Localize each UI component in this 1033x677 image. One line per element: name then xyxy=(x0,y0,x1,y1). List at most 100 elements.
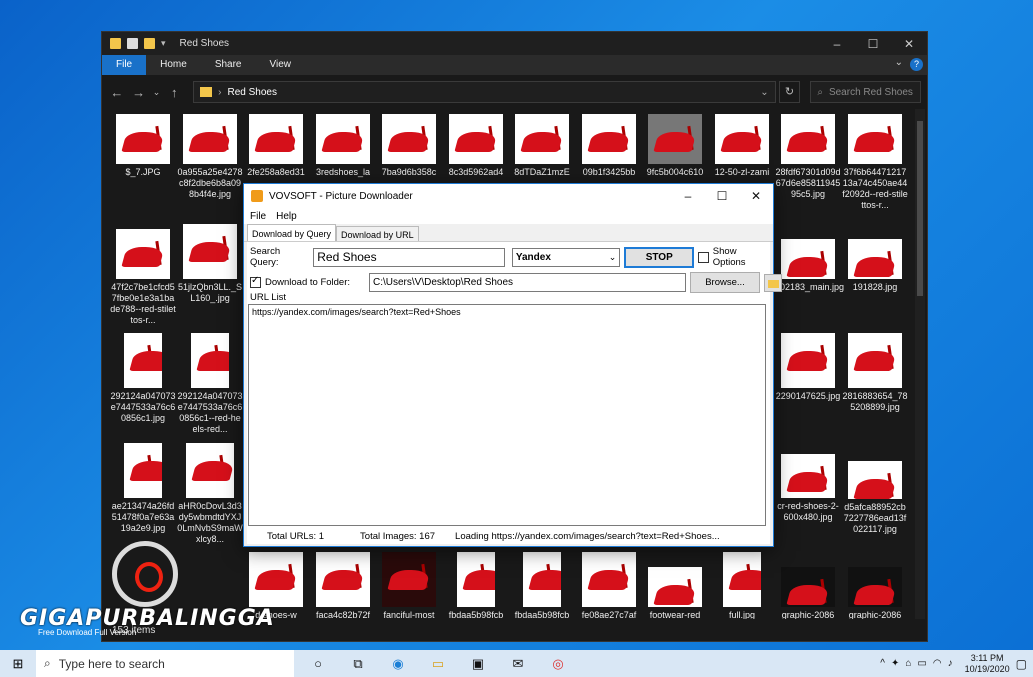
file-item[interactable]: 12-50-zl-zami xyxy=(709,114,775,178)
maximize-icon[interactable]: ☐ xyxy=(855,32,891,55)
address-bar[interactable]: › Red Shoes ⌄ xyxy=(193,81,776,103)
file-item[interactable]: 47f2c7be1cfcd57fbe0e1e3a1bade788--red-st… xyxy=(110,229,176,326)
search-engine-select[interactable]: Yandex ⌄ xyxy=(511,247,621,267)
file-item[interactable]: 102183_main.jpg xyxy=(775,239,844,293)
download-to-folder-checkbox[interactable] xyxy=(250,275,261,288)
file-item[interactable]: fbdaa5b98fcb xyxy=(509,552,575,619)
up-icon[interactable]: ↑ xyxy=(165,85,183,100)
tab-download-by-query[interactable]: Download by Query xyxy=(247,224,337,241)
file-item[interactable]: 7ba9d6b358c xyxy=(376,114,442,178)
back-icon[interactable]: ← xyxy=(108,85,126,100)
menu-file[interactable]: File xyxy=(250,211,266,222)
file-item[interactable]: 37f6b6447121713a74c450ae44f2092d--red-st… xyxy=(842,114,908,211)
file-item[interactable]: graphic-2086 xyxy=(842,567,908,619)
menu-help[interactable]: Help xyxy=(276,211,297,222)
file-item[interactable]: cr-red-shoes-2-600x480.jpg xyxy=(775,454,841,523)
show-hidden-icons-icon[interactable]: ^ xyxy=(880,658,885,669)
dropbox-icon[interactable]: ✦ xyxy=(891,658,899,669)
refresh-icon[interactable]: ↻ xyxy=(778,81,801,103)
mail-icon[interactable]: ✉ xyxy=(500,650,536,677)
file-name: fbdaa5b98fcb xyxy=(514,610,570,619)
notifications-icon[interactable]: ▢ xyxy=(1016,657,1027,671)
file-item[interactable]: d5afca88952cb7227786ead13f022117.jpg xyxy=(842,461,908,535)
file-item[interactable]: fbdaa5b98fcb xyxy=(443,552,509,619)
cortana-icon[interactable]: ○ xyxy=(300,650,336,677)
file-item[interactable]: 2816883654_785208899.jpg xyxy=(842,333,908,413)
file-item[interactable]: 8dTDaZ1mzE xyxy=(509,114,575,178)
file-name: d5afca88952cb7227786ead13f022117.jpg xyxy=(843,502,907,534)
wifi-icon[interactable]: ◠ xyxy=(933,658,942,669)
file-item[interactable]: fanciful-most xyxy=(376,552,442,619)
edge-icon[interactable]: ◉ xyxy=(380,650,416,677)
chrome-icon[interactable]: ◎ xyxy=(540,650,576,677)
image-thumbnail xyxy=(648,567,702,607)
file-item[interactable]: 0a955a25e4278c8f2dbe6b8a098b4f4e.jpg xyxy=(177,114,243,200)
help-icon[interactable]: ? xyxy=(910,58,923,71)
tab-view[interactable]: View xyxy=(256,55,306,75)
system-tray: ^ ✦ ⌂ ▭ ◠ ♪ 3:11 PM 10/19/2020 ▢ xyxy=(880,650,1027,677)
file-item[interactable]: fe08ae27c7af xyxy=(576,552,642,619)
file-item[interactable]: 2fe258a8ed31 xyxy=(243,114,309,178)
clock[interactable]: 3:11 PM 10/19/2020 xyxy=(965,653,1010,675)
volume-icon[interactable]: ♪ xyxy=(948,658,953,669)
forward-icon[interactable]: → xyxy=(130,85,148,100)
file-name: 8dTDaZ1mzE xyxy=(514,167,570,177)
url-list-textarea[interactable]: https://yandex.com/images/search?text=Re… xyxy=(248,304,766,526)
file-item[interactable]: graphic-2086 xyxy=(775,567,841,619)
taskbar-search-placeholder: Type here to search xyxy=(58,656,165,671)
file-name: 2fe258a8ed31 xyxy=(247,167,305,177)
task-view-icon[interactable]: ⧉ xyxy=(340,650,376,677)
file-item[interactable]: full.jpg xyxy=(709,552,775,619)
file-item[interactable]: 9fc5b004c610 xyxy=(642,114,708,178)
open-folder-icon[interactable] xyxy=(764,273,782,292)
vertical-scrollbar[interactable] xyxy=(915,109,925,619)
taskbar-search[interactable]: ⌕ Type here to search xyxy=(36,650,294,677)
file-item[interactable]: ae213474a26fd51478f0a7e63a19a2e9.jpg xyxy=(110,443,176,534)
search-box[interactable]: ⌕ Search Red Shoes xyxy=(810,81,921,103)
minimize-icon[interactable]: – xyxy=(819,32,855,55)
explorer-titlebar: ▾ Red Shoes – ☐ ✕ xyxy=(102,32,927,55)
tab-download-by-url[interactable]: Download by URL xyxy=(336,226,419,241)
file-item[interactable]: 09b1f3425bb xyxy=(576,114,642,178)
address-dropdown-icon[interactable]: ⌄ xyxy=(760,87,768,98)
folder-path-input[interactable]: C:\Users\V\Desktop\Red Shoes xyxy=(369,273,686,292)
file-item[interactable]: 292124a047073e7447533a76c60856c1.jpg xyxy=(110,333,176,424)
file-name: faca4c82b72f xyxy=(315,610,371,619)
close-icon[interactable]: ✕ xyxy=(739,184,773,208)
file-item[interactable]: 8c3d5962ad4 xyxy=(443,114,509,178)
customize-toolbar-icon[interactable]: ▾ xyxy=(161,38,166,49)
battery-icon[interactable]: ▭ xyxy=(917,658,926,669)
close-icon[interactable]: ✕ xyxy=(891,32,927,55)
expand-ribbon-icon[interactable]: ⌄ xyxy=(895,57,903,68)
file-item[interactable]: 191828.jpg xyxy=(842,239,908,293)
scrollbar-thumb[interactable] xyxy=(917,121,923,296)
image-thumbnail xyxy=(249,552,303,607)
browse-button[interactable]: Browse... xyxy=(690,272,760,293)
stop-button[interactable]: STOP xyxy=(624,246,695,268)
maximize-icon[interactable]: ☐ xyxy=(705,184,739,208)
minimize-icon[interactable]: – xyxy=(671,184,705,208)
network-icon[interactable]: ⌂ xyxy=(905,658,911,669)
chevron-down-icon: ⌄ xyxy=(608,251,617,262)
file-item[interactable]: $_7.JPG xyxy=(110,114,176,178)
file-item[interactable]: 2290147625.jpg xyxy=(775,333,841,402)
file-item[interactable]: 3redshoes_la xyxy=(310,114,376,178)
file-item[interactable]: aHR0cDovL3d3dy5wbmdtdYXJ0LmNvbS9maWxlcy8… xyxy=(177,443,243,545)
store-icon[interactable]: ▣ xyxy=(460,650,496,677)
properties-icon[interactable] xyxy=(127,38,138,49)
tab-home[interactable]: Home xyxy=(146,55,201,75)
new-folder-icon[interactable] xyxy=(144,38,155,49)
recent-locations-icon[interactable]: ⌄ xyxy=(152,87,162,98)
file-item[interactable]: 51jlzQbn3LL._SL160_.jpg xyxy=(177,224,243,304)
show-options-checkbox[interactable] xyxy=(698,251,709,263)
file-item[interactable]: footwear-red xyxy=(642,567,708,619)
tab-share[interactable]: Share xyxy=(201,55,256,75)
search-query-input[interactable]: Red Shoes xyxy=(313,247,505,267)
tab-file[interactable]: File xyxy=(102,55,147,75)
file-explorer-icon[interactable]: ▭ xyxy=(420,650,456,677)
file-item[interactable]: 28fdf67301d09d67d6e8581194595c5.jpg xyxy=(775,114,841,200)
file-item[interactable]: 292124a047073e7447533a76c60856c1--red-he… xyxy=(177,333,243,435)
file-item[interactable]: faca4c82b72f xyxy=(310,552,376,619)
windows-start-icon[interactable]: ⊞ xyxy=(0,650,36,677)
file-name: 3redshoes_la xyxy=(315,167,371,177)
